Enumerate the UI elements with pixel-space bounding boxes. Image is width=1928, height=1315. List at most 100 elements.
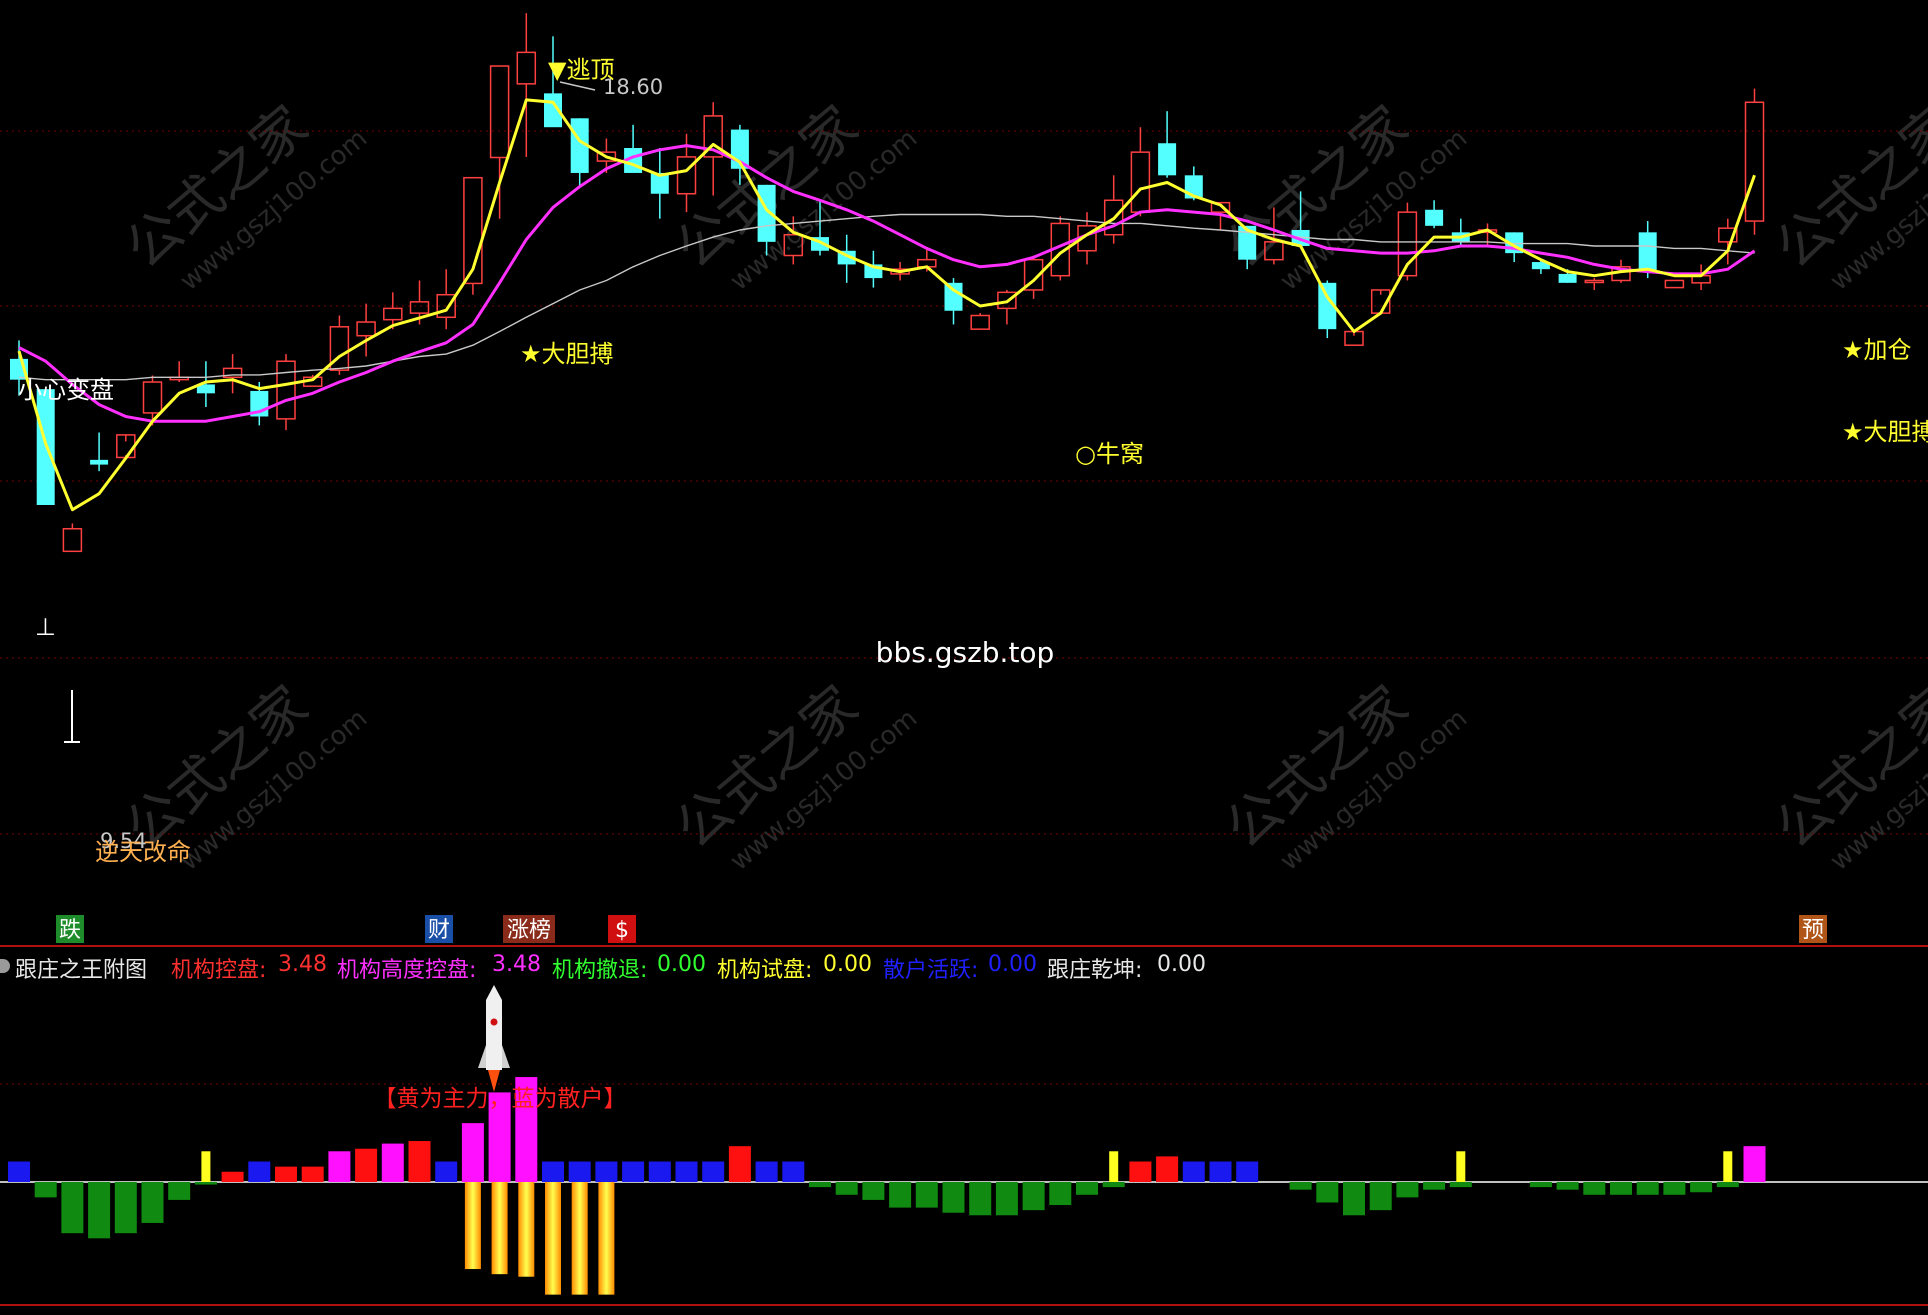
brand-watermark-text: 公式之家	[1764, 94, 1928, 281]
info-item-label: 跟庄乾坤:	[1047, 958, 1143, 983]
brand-watermark-text: 公式之家	[1764, 674, 1928, 861]
negative-bar	[1049, 1182, 1072, 1206]
marker-glyph: ⊥	[35, 613, 56, 641]
bold-buy-label-2: ★大胆搏	[1842, 418, 1928, 446]
candle-body	[1130, 151, 1151, 213]
info-item-value: 3.48	[278, 952, 327, 977]
info-item-label: 机构撤退:	[552, 958, 648, 983]
negative-bar	[1716, 1182, 1739, 1188]
positive-bar	[1129, 1161, 1152, 1182]
positive-bar	[355, 1148, 378, 1182]
main-candlestick-chart[interactable]: 公式之家www.gszj100.com 公式之家www.gszj100.com 公式…	[0, 0, 1928, 1311]
negative-bar	[995, 1182, 1018, 1216]
negative-bar	[598, 1182, 615, 1295]
positive-bar	[435, 1161, 458, 1182]
rocket-fin	[478, 1045, 486, 1068]
info-item-value: 0.00	[1157, 952, 1206, 977]
candle-body	[383, 307, 403, 321]
positive-bar	[648, 1161, 671, 1182]
chart-stage: 公式之家 www.gszj100.com 公式之家 www.gszj100.com 公式…	[0, 0, 1928, 1311]
site-watermark: bbs.gszb.top	[876, 636, 1055, 669]
info-item-value: 3.48	[492, 952, 541, 977]
negative-bar	[1369, 1182, 1392, 1211]
negative-bar	[168, 1182, 191, 1200]
negative-bar	[1556, 1182, 1579, 1190]
add-position-label: ★加仓	[1842, 336, 1912, 364]
info-item-value: 0.00	[988, 952, 1037, 977]
positive-bar	[1236, 1161, 1259, 1182]
negative-bar	[464, 1182, 481, 1270]
negative-bar	[1316, 1182, 1339, 1203]
negative-bar	[114, 1182, 137, 1234]
candle-body	[489, 65, 510, 159]
candles-layer	[10, 13, 1765, 553]
positive-bar	[381, 1143, 404, 1182]
negative-bar	[1102, 1182, 1125, 1188]
negative-bar	[915, 1182, 938, 1208]
high-price-label: 18.60	[603, 75, 663, 99]
candle-body	[62, 528, 83, 553]
rocket-fin	[502, 1045, 510, 1068]
negative-bar	[141, 1182, 164, 1223]
candle-body	[142, 381, 163, 414]
reverse-fate-label: 逆天改命	[95, 838, 191, 866]
careful-label: 小心变盘	[18, 376, 114, 404]
info-item-label: 机构控盘:	[171, 958, 267, 983]
negative-bar	[88, 1182, 111, 1239]
candle-body	[516, 51, 537, 85]
rocket-window	[490, 1018, 498, 1026]
positive-bar	[595, 1161, 618, 1182]
candle-body	[276, 360, 296, 420]
info-item-label: 机构高度控盘:	[337, 958, 477, 983]
positive-bar	[1743, 1146, 1766, 1182]
positive-bar	[728, 1146, 751, 1182]
event-badges: 跌 财 涨榜 $ 预	[56, 915, 1827, 943]
positive-bar	[408, 1141, 431, 1182]
bull-nest-label: ○牛窝	[1075, 440, 1144, 468]
negative-bar	[1343, 1182, 1365, 1216]
positive-bar	[1456, 1151, 1466, 1182]
positive-bar	[328, 1151, 351, 1182]
bold-buy-label-1: ★大胆搏	[520, 340, 614, 368]
negative-bar	[545, 1182, 561, 1295]
negative-bar	[942, 1182, 965, 1213]
brand-watermark: 公式之家www.gszj100.com	[664, 674, 924, 877]
negative-bar	[61, 1182, 84, 1234]
event-badge-label: 财	[428, 918, 450, 943]
brand-watermark: 公式之家www.gszj100.com	[664, 94, 924, 297]
negative-bar	[1636, 1182, 1659, 1195]
positive-bar	[301, 1166, 324, 1182]
positive-bar	[782, 1161, 805, 1182]
info-item-value: 0.00	[657, 952, 706, 977]
info-item-value: 0.00	[823, 952, 872, 977]
candle-body	[1158, 143, 1177, 176]
candle-body	[1558, 273, 1577, 283]
negative-bar	[1610, 1182, 1632, 1195]
positive-bar	[1209, 1161, 1232, 1182]
brand-watermark: 公式之家www.gszj100.com	[1764, 94, 1928, 297]
negative-bar	[969, 1182, 992, 1216]
positive-bar	[1182, 1161, 1205, 1182]
event-badge-label: $	[615, 918, 629, 943]
negative-bar	[518, 1182, 535, 1277]
negative-bar	[889, 1182, 912, 1208]
candle-body	[409, 301, 430, 314]
positive-bar	[675, 1161, 698, 1182]
positive-bar	[201, 1151, 211, 1182]
negative-bar	[194, 1182, 217, 1185]
positive-bar	[461, 1123, 484, 1182]
candle-body	[1744, 101, 1765, 222]
brand-watermark: 公式之家www.gszj100.com	[1214, 674, 1474, 877]
candle-body	[1584, 279, 1605, 284]
settings-icon[interactable]	[0, 959, 10, 973]
positive-bar	[622, 1161, 645, 1182]
negative-bar	[571, 1182, 588, 1295]
positive-bar	[8, 1161, 30, 1182]
positive-bar	[542, 1161, 564, 1182]
sub-chart-note: 【黄为主力，蓝为散户】	[374, 1086, 627, 1112]
negative-bar	[1289, 1182, 1312, 1190]
negative-bar	[491, 1182, 508, 1275]
positive-bar	[568, 1161, 591, 1182]
indicator-info-bar: 跟庄之王附图 机构控盘: 3.48 机构高度控盘: 3.48 机构撤退: 0.00 机构…	[0, 948, 1928, 983]
negative-bar	[1022, 1182, 1045, 1211]
